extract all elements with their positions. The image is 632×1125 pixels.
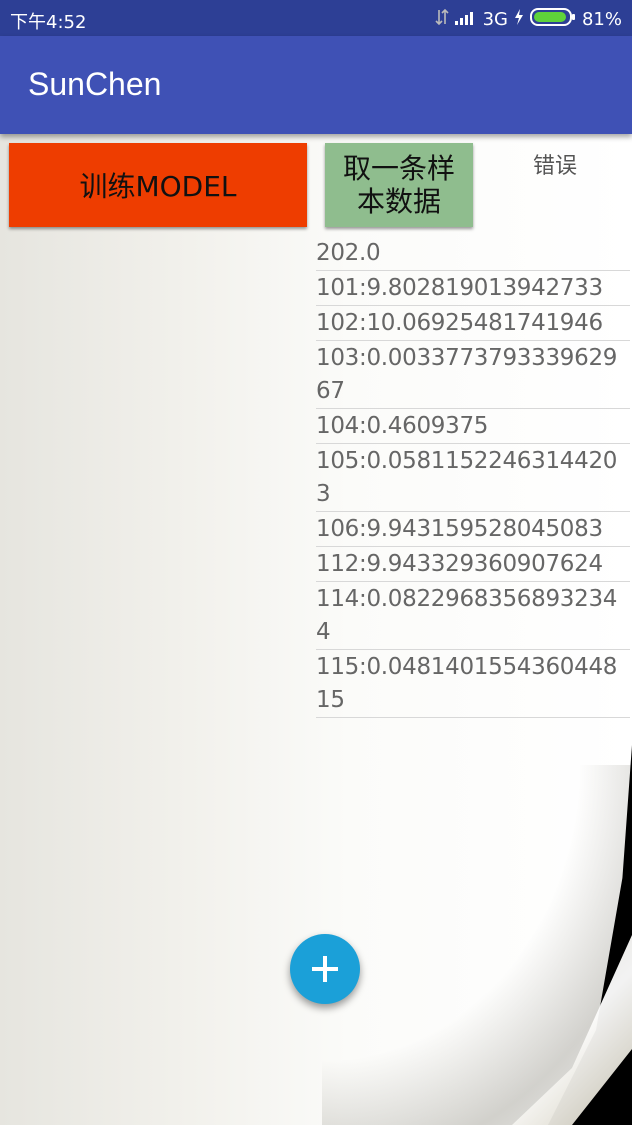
list-item: 115:0.0481401554360448 15: [316, 650, 630, 718]
battery-percent: 81%: [581, 9, 622, 30]
status-bar: 下午4:52 3G 81%: [0, 0, 632, 36]
status-icons: 3G 81%: [435, 7, 622, 32]
list-item: 105:0.05811522463144203: [316, 444, 630, 512]
sample-value-list: 202.0 101:9.802819013942733 102:10.06925…: [316, 236, 630, 718]
list-item: 104:0.4609375: [316, 409, 630, 444]
screen: 下午4:52 3G 81% SunChen 训练MODEL 取一条样 本数据 错: [0, 0, 632, 1125]
app-bar: SunChen: [0, 36, 632, 134]
list-item: 103:0.0033773793339629 67: [316, 341, 630, 409]
status-time: 下午4:52: [10, 12, 87, 33]
train-model-button[interactable]: 训练MODEL: [9, 143, 307, 227]
list-item: 101:9.802819013942733: [316, 271, 630, 306]
plus-icon: [312, 956, 338, 982]
list-item: 112:9.943329360907624: [316, 547, 630, 582]
list-item: 102:10.06925481741946: [316, 306, 630, 341]
error-label: 错误: [533, 154, 578, 179]
main-content: 训练MODEL 取一条样 本数据 错误 202.0 101:9.80281901…: [0, 134, 632, 1125]
add-fab-button[interactable]: [290, 934, 360, 1004]
network-type: 3G: [482, 9, 508, 30]
fetch-sample-button[interactable]: 取一条样 本数据: [325, 143, 473, 227]
list-item: 114:0.08229683568932344: [316, 582, 630, 650]
list-item: 106:9.943159528045083: [316, 512, 630, 547]
data-transfer-icon: [435, 8, 449, 31]
list-item: 202.0: [316, 236, 630, 271]
app-title: SunChen: [28, 66, 162, 102]
battery-icon: [529, 7, 576, 32]
signal-icon: [454, 9, 477, 30]
charging-icon: [514, 9, 524, 30]
